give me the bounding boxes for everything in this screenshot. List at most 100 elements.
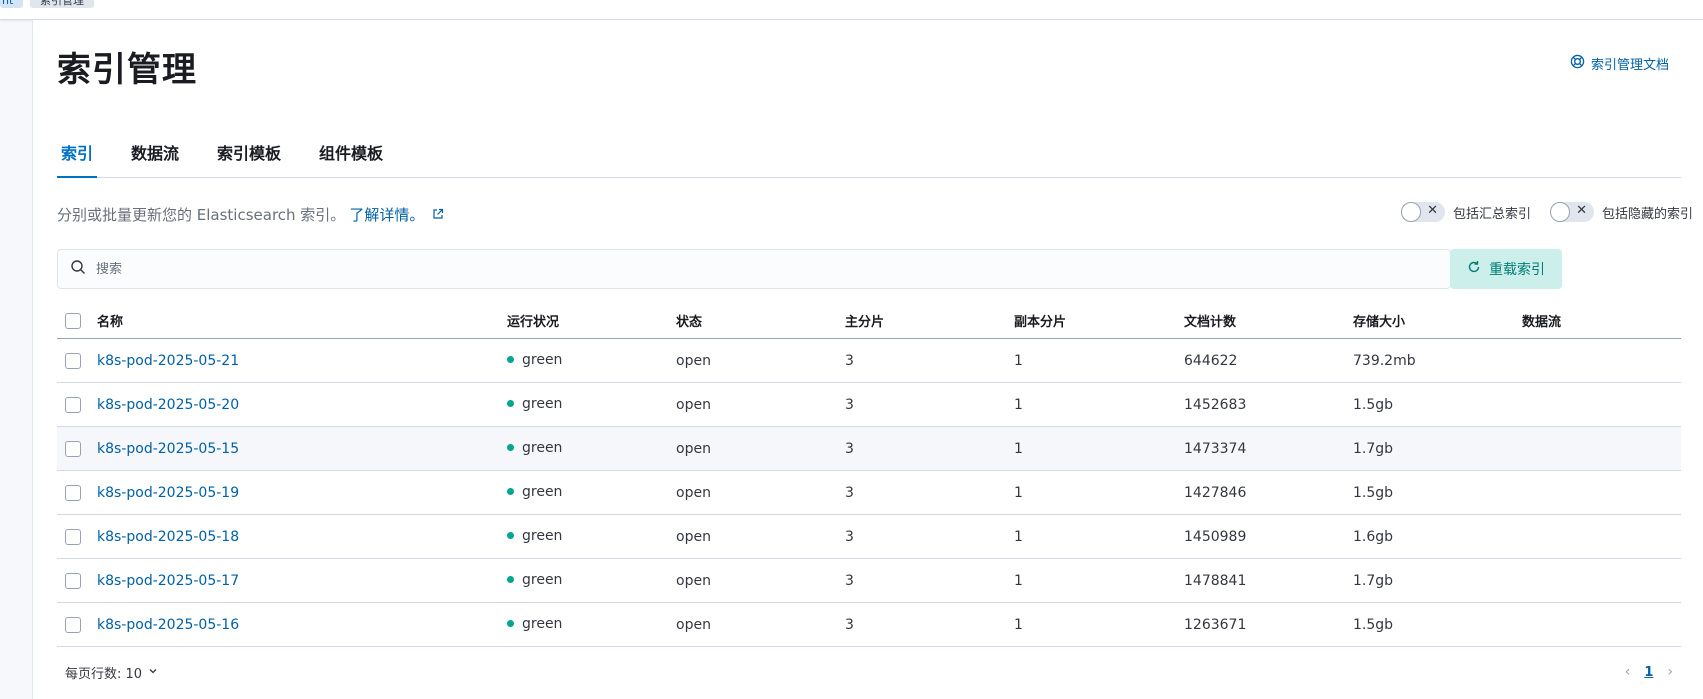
column-header-status[interactable]: 状态	[676, 311, 845, 330]
health-dot-icon	[507, 444, 514, 451]
index-management-docs-link[interactable]: 索引管理文档	[1570, 54, 1669, 73]
health-indicator: green	[507, 616, 676, 632]
index-status-cell: open	[676, 396, 711, 413]
breadcrumb-item-index-management[interactable]: 索引管理	[30, 0, 94, 8]
primary-shards-cell: 3	[845, 440, 854, 457]
row-select-cell	[57, 484, 97, 501]
health-label: green	[522, 351, 563, 368]
index-name-link[interactable]: k8s-pod-2025-05-19	[97, 485, 239, 501]
health-status-cell: green	[507, 351, 676, 368]
health-status-cell: green	[507, 483, 676, 500]
row-checkbox[interactable]	[65, 352, 81, 369]
health-indicator: green	[507, 528, 676, 544]
health-label: green	[522, 439, 563, 456]
tab-index-templates[interactable]: 索引模板	[213, 118, 285, 178]
column-header-storage-size[interactable]: 存储大小	[1353, 311, 1522, 330]
replica-shards-cell: 1	[1014, 616, 1023, 633]
column-header-replica-shards[interactable]: 副本分片	[1014, 311, 1184, 330]
index-name-link[interactable]: k8s-pod-2025-05-15	[97, 441, 239, 457]
column-header-health[interactable]: 运行状况	[507, 311, 676, 330]
table-row[interactable]: k8s-pod-2025-05-16 green open 3 1 1263671 1.5g…	[57, 603, 1681, 647]
column-header-name[interactable]: 名称	[97, 311, 507, 330]
table-header-row: 名称 运行状况 状态 主分片 副本分片 文档计数 存储大小 数据流	[57, 303, 1681, 339]
tab-component-templates[interactable]: 组件模板	[315, 118, 387, 178]
health-label: green	[522, 483, 563, 500]
health-dot-icon	[507, 400, 514, 407]
table-row[interactable]: k8s-pod-2025-05-19 green open 3 1 1427846 1.5g…	[57, 471, 1681, 515]
table-row[interactable]: k8s-pod-2025-05-20 green open 3 1 1452683 1.5g…	[57, 383, 1681, 427]
tab-indices[interactable]: 索引	[57, 118, 98, 178]
row-checkbox[interactable]	[65, 572, 81, 589]
previous-page-icon[interactable]: ‹	[1625, 664, 1631, 680]
table-row[interactable]: k8s-pod-2025-05-18 green open 3 1 1450989 1.6g…	[57, 515, 1681, 559]
learn-more-link[interactable]: 了解详情。	[349, 204, 424, 225]
docs-count-cell: 644622	[1184, 352, 1238, 369]
row-checkbox[interactable]	[65, 528, 81, 545]
page-description: 分别或批量更新您的 Elasticsearch 索引。 了解详情。	[57, 204, 444, 225]
include-hidden-switch[interactable]: ✕	[1549, 202, 1594, 222]
storage-size-cell: 1.5gb	[1353, 484, 1394, 501]
breadcrumb-item-app[interactable]: nt	[0, 0, 24, 8]
primary-shards-cell: 3	[845, 572, 854, 589]
replica-shards-cell: 1	[1014, 352, 1023, 369]
pagination: ‹ 1 ›	[1625, 664, 1681, 680]
index-name-link-cell: k8s-pod-2025-05-21	[97, 353, 507, 369]
row-select-cell	[57, 616, 97, 633]
reload-button-label: 重载索引	[1489, 262, 1545, 278]
index-name-link[interactable]: k8s-pod-2025-05-17	[97, 573, 239, 589]
index-name-link[interactable]: k8s-pod-2025-05-16	[97, 617, 239, 633]
reload-indices-button[interactable]: 重载索引	[1450, 249, 1562, 289]
table-row[interactable]: k8s-pod-2025-05-21 green open 3 1 644622 739.2…	[57, 339, 1681, 383]
column-header-data-stream[interactable]: 数据流	[1522, 311, 1681, 330]
health-status-cell: green	[507, 396, 676, 412]
select-all-checkbox[interactable]	[65, 312, 81, 329]
health-dot-icon	[507, 532, 514, 539]
tab-data-streams[interactable]: 数据流	[127, 118, 183, 178]
docs-count-cell: 1478841	[1184, 572, 1247, 589]
table-row[interactable]: k8s-pod-2025-05-17 green open 3 1 1478841 1.7g…	[57, 559, 1681, 603]
page-number-current[interactable]: 1	[1644, 665, 1653, 680]
row-checkbox[interactable]	[65, 440, 81, 457]
replica-shards-cell: 1	[1014, 484, 1023, 501]
search-input[interactable]	[96, 261, 1396, 277]
row-checkbox[interactable]	[65, 396, 81, 413]
next-page-icon[interactable]: ›	[1667, 664, 1673, 680]
index-name-link[interactable]: k8s-pod-2025-05-20	[97, 397, 239, 413]
switch-knob	[1400, 202, 1421, 222]
include-hidden-label: 包括隐藏的索引	[1601, 206, 1693, 222]
storage-size-cell: 1.5gb	[1353, 616, 1394, 633]
column-header-primary-shards[interactable]: 主分片	[845, 311, 1014, 330]
primary-shards-cell: 3	[845, 396, 854, 413]
storage-size-cell: 739.2mb	[1353, 352, 1416, 369]
docs-count-cell: 1427846	[1184, 484, 1247, 501]
index-name-link-cell: k8s-pod-2025-05-20	[97, 397, 507, 413]
health-dot-icon	[507, 576, 514, 583]
rows-per-page-selector[interactable]: 每页行数: 10	[57, 663, 158, 682]
table-body: k8s-pod-2025-05-21 green open 3 1 644622 739.2…	[57, 339, 1681, 647]
include-rollup-switch[interactable]: ✕	[1400, 202, 1445, 222]
index-name-link[interactable]: k8s-pod-2025-05-21	[97, 353, 239, 369]
health-status-cell: green	[507, 572, 676, 588]
include-hidden-toggle-group: ✕ 包括隐藏的索引	[1549, 202, 1693, 222]
index-status-cell: open	[676, 572, 711, 589]
index-status-cell: open	[676, 528, 711, 545]
table-row[interactable]: k8s-pod-2025-05-15 green open 3 1 1473374 1.7g…	[57, 427, 1681, 471]
docs-count-cell: 1452683	[1184, 396, 1247, 413]
replica-shards-cell: 1	[1014, 440, 1023, 457]
column-header-docs-count[interactable]: 文档计数	[1184, 311, 1353, 330]
row-checkbox[interactable]	[65, 616, 81, 633]
row-checkbox[interactable]	[65, 484, 81, 501]
index-status-cell: open	[676, 484, 711, 501]
health-label: green	[522, 615, 563, 632]
chevron-down-icon	[148, 665, 158, 680]
cross-icon: ✕	[1427, 203, 1438, 218]
health-indicator: green	[507, 572, 676, 588]
health-status-cell: green	[507, 439, 676, 456]
refresh-icon	[1467, 260, 1481, 278]
storage-size-cell: 1.7gb	[1353, 440, 1394, 457]
page-title: 索引管理	[57, 50, 197, 90]
storage-size-cell: 1.7gb	[1353, 572, 1394, 589]
index-name-link[interactable]: k8s-pod-2025-05-18	[97, 529, 239, 545]
replica-shards-cell: 1	[1014, 528, 1023, 545]
row-select-cell	[57, 440, 97, 457]
